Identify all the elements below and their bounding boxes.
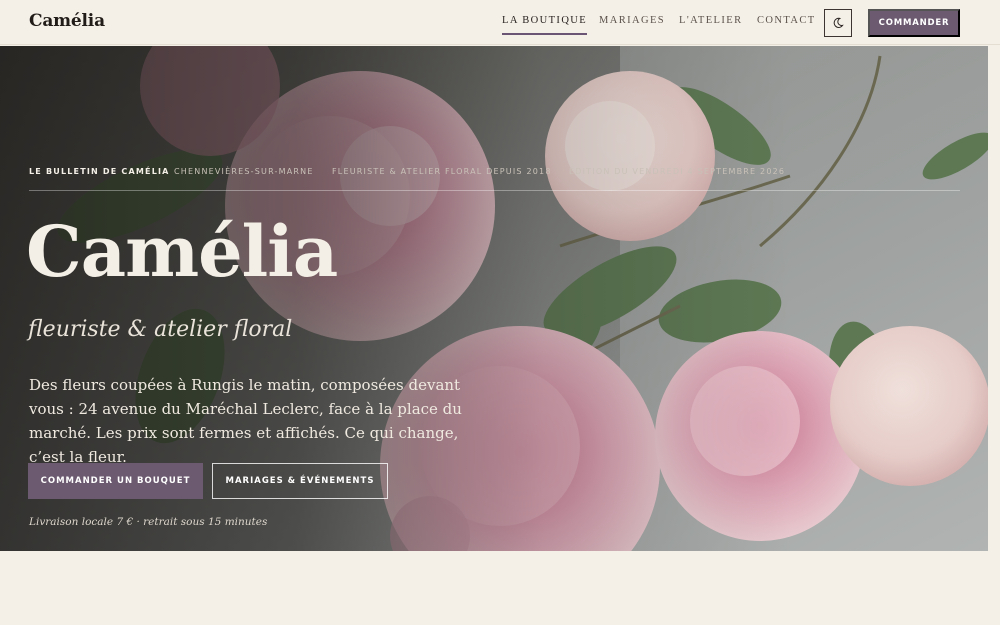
hero-description: Des fleurs coupées à Rungis le matin, co… [29, 376, 462, 466]
weddings-events-button[interactable]: MARIAGES & ÉVÉNEMENTS [212, 463, 388, 499]
nav-atelier[interactable]: L'ATELIER [679, 15, 742, 26]
moon-icon [833, 17, 844, 28]
order-bouquet-button[interactable]: COMMANDER UN BOUQUET [28, 463, 203, 499]
hero-subtitle: fleuriste & atelier floral [28, 317, 293, 342]
page-scrollbar[interactable] [988, 46, 1000, 551]
site-header: Camélia LA BOUTIQUE MARIAGES L'ATELIER C… [0, 0, 1000, 45]
delivery-note: Livraison locale 7 € · retrait sous 15 m… [29, 516, 268, 528]
brand-logo[interactable]: Camélia [29, 11, 105, 31]
nav-la-boutique[interactable]: LA BOUTIQUE [502, 15, 588, 35]
theme-toggle-button[interactable] [824, 9, 852, 37]
hero-title: Camélia [26, 210, 338, 293]
bulletin-edition: ÉDITION DU VENDREDI 4 SEPTEMBRE 2026 [569, 167, 786, 176]
nav-mariages[interactable]: MARIAGES [599, 15, 665, 26]
nav-contact[interactable]: CONTACT [757, 15, 816, 26]
order-button[interactable]: COMMANDER [868, 9, 960, 37]
bulletin-label: LE BULLETIN DE CAMÉLIA [29, 167, 170, 176]
hero-section: LE BULLETIN DE CAMÉLIA CHENNEVIÈRES-SUR-… [0, 46, 988, 551]
bulletin-since: FLEURISTE & ATELIER FLORAL DEPUIS 2018 [332, 167, 552, 176]
bulletin-divider [29, 190, 960, 191]
bulletin-location: CHENNEVIÈRES-SUR-MARNE [174, 167, 314, 176]
